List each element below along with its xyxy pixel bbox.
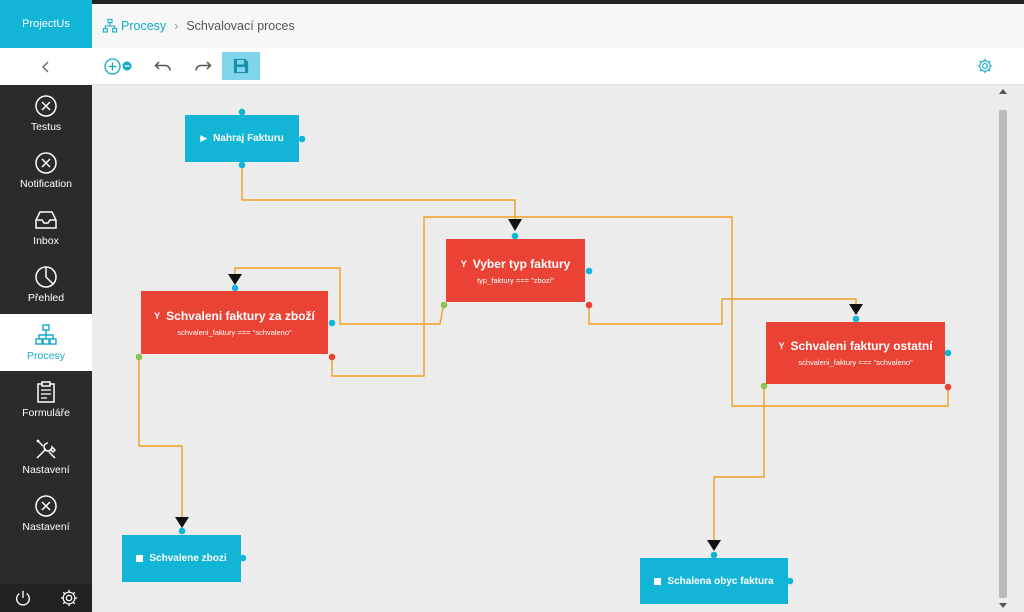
sidebar-collapse-button[interactable] (0, 48, 92, 85)
node-title: Nahraj Fakturu (213, 133, 284, 144)
node-title-row: Y Schvaleni faktury za zboží (154, 309, 315, 323)
node-title: Schvaleni faktury za zboží (166, 308, 315, 323)
sidebar-item-label: Nastavení (22, 521, 70, 533)
node-condition: schvaleni_faktury === "schvaleno" (177, 327, 292, 337)
fork-icon: Y (778, 341, 785, 351)
process-tree-icon (35, 324, 57, 345)
scroll-down-icon[interactable] (999, 603, 1007, 608)
edge-start-to-choice[interactable] (241, 165, 516, 230)
sidebar-item-label: Procesy (27, 350, 65, 362)
breadcrumb-current: Schvalovací proces (186, 19, 295, 33)
zoom-out-icon[interactable] (122, 61, 132, 71)
port-no[interactable] (944, 383, 952, 391)
node-title: Schalena obyc faktura (667, 575, 774, 587)
sidebar-item-formulare[interactable]: Formuláře (0, 371, 92, 428)
port-in[interactable] (178, 527, 186, 535)
port-no[interactable] (328, 353, 336, 361)
tools-icon (36, 439, 57, 459)
circle-x-icon (35, 495, 57, 517)
edge-other-to-end[interactable] (713, 386, 765, 543)
node-title-row: Y Vyber typ faktury (461, 257, 571, 271)
node-title-row: ▶ Nahraj Fakturu (200, 133, 284, 144)
chevron-left-icon (42, 61, 49, 72)
zoom-in-icon[interactable] (104, 57, 121, 75)
node-start-nahraj-fakturu[interactable]: ▶ Nahraj Fakturu (185, 115, 299, 162)
undo-button[interactable] (150, 52, 176, 80)
sidebar-item-testus[interactable]: Testus (0, 85, 92, 142)
zoom-controls (102, 52, 134, 80)
sidebar-item-label: Přehled (27, 292, 65, 304)
edge-choice-to-other[interactable] (588, 298, 857, 325)
circle-x-icon (35, 152, 57, 174)
save-button[interactable] (222, 52, 260, 80)
gear-icon[interactable] (60, 589, 78, 607)
play-icon: ▶ (200, 133, 208, 143)
sidebar-item-label: Inbox (33, 235, 59, 247)
sidebar-item-label: Nastavení (22, 464, 70, 476)
port-out[interactable] (944, 349, 952, 357)
sidebar-item-label: Formuláře (22, 407, 70, 419)
sidebar-item-nastaveni-2[interactable]: Nastavení (0, 485, 92, 542)
node-title: Vyber typ faktury (472, 256, 571, 271)
port-out[interactable] (298, 135, 306, 143)
redo-button[interactable] (190, 52, 216, 80)
sidebar-item-notification[interactable]: Notification (0, 142, 92, 199)
node-title: Schvaleni faktury ostatní (790, 339, 933, 353)
scroll-up-icon[interactable] (999, 89, 1007, 94)
sidebar-item-label: Testus (30, 121, 62, 133)
fork-icon: Y (460, 258, 467, 269)
node-title-row: Schvalene zbozi (136, 553, 227, 564)
node-approve-other[interactable]: Y Schvaleni faktury ostatní schvaleni_fa… (766, 322, 945, 384)
port-out[interactable] (585, 267, 593, 275)
breadcrumb: Procesy › Schvalovací proces (92, 4, 1024, 48)
sidebar-item-procesy[interactable]: Procesy (0, 314, 92, 371)
undo-icon (154, 61, 171, 71)
process-tree-icon (102, 18, 118, 33)
node-title-row: Y Schvaleni faktury ostatní (778, 339, 932, 353)
sidebar-footer (0, 584, 92, 612)
port-no[interactable] (585, 301, 593, 309)
breadcrumb-link-procesy[interactable]: Procesy (121, 19, 166, 33)
arrowhead (228, 274, 242, 285)
stop-icon (654, 577, 662, 585)
port-out[interactable] (328, 319, 336, 327)
clipboard-icon (37, 381, 55, 403)
node-choice-vyber-typ-faktury[interactable]: Y Vyber typ faktury typ_faktury === "zbo… (446, 239, 585, 302)
sidebar-item-label: Notification (20, 178, 72, 190)
scrollbar-thumb[interactable] (999, 110, 1007, 598)
power-icon[interactable] (14, 589, 32, 607)
settings-button[interactable] (972, 52, 998, 80)
sidebar: ProjectUs Testus Notification Inbox Přeh… (0, 0, 92, 612)
node-approve-goods[interactable]: Y Schvaleni faktury za zboží schvaleni_f… (141, 291, 328, 354)
pie-chart-icon (35, 266, 57, 288)
port-yes[interactable] (135, 353, 143, 361)
fork-icon: Y (154, 310, 161, 321)
node-title: Schvalene zbozi (149, 553, 227, 564)
circle-x-icon (35, 95, 57, 117)
arrowhead (707, 540, 721, 551)
save-icon (233, 58, 249, 74)
node-title-row: Schalena obyc faktura (654, 575, 774, 587)
sidebar-item-inbox[interactable]: Inbox (0, 199, 92, 256)
node-end-schalena-obyc-faktura[interactable]: Schalena obyc faktura (640, 558, 788, 604)
arrowhead (849, 304, 863, 315)
node-condition: schvaleni_faktury === "schvaleno" (798, 358, 913, 367)
node-condition: typ_faktury === "zbozi" (477, 275, 554, 285)
edge-goods-to-end[interactable] (138, 357, 183, 525)
arrowhead (508, 219, 522, 231)
brand-logo[interactable]: ProjectUs (0, 0, 92, 48)
settings-icon (977, 58, 993, 74)
arrowhead (175, 517, 189, 528)
sidebar-item-nastaveni[interactable]: Nastavení (0, 428, 92, 485)
node-end-schvalene-zbozi[interactable]: Schvalene zbozi (122, 535, 241, 582)
redo-icon (195, 61, 212, 71)
chevron-right-icon: › (174, 19, 179, 33)
inbox-icon (35, 211, 57, 229)
editor-toolbar (92, 48, 1024, 85)
stop-icon (136, 555, 144, 562)
sidebar-item-prehled[interactable]: Přehled (0, 256, 92, 313)
port-out[interactable] (238, 161, 246, 169)
port-yes[interactable] (440, 301, 448, 309)
process-canvas[interactable]: ▶ Nahraj Fakturu Y Vyber typ faktury typ… (92, 85, 996, 612)
